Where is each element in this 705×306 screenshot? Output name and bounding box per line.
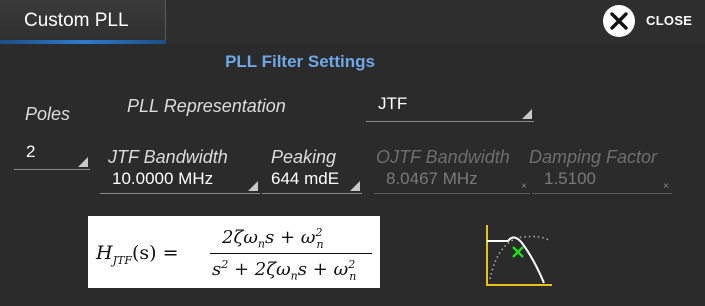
peaking-input[interactable]: 644 mdE: [262, 168, 362, 194]
tab-custom-pll[interactable]: Custom PLL: [0, 0, 166, 44]
dropdown-arrow-icon: [78, 157, 88, 167]
damping-factor-value: 1.5100: [544, 169, 596, 188]
poles-label: Poles: [25, 104, 71, 124]
close-icon: [603, 5, 635, 37]
tab-title: Custom PLL: [24, 10, 129, 31]
equation-numerator: 2ζωns + ω2n: [222, 226, 324, 251]
equation-lhs: HJTF(s) =: [96, 242, 179, 267]
pll-representation-select[interactable]: JTF: [366, 92, 534, 122]
section-title: PLL Filter Settings: [225, 52, 375, 71]
peaking-label: Peaking: [271, 147, 337, 167]
ojtf-bandwidth-field: 8.0467 MHz ×: [374, 168, 530, 194]
ojtf-bandwidth-label: OJTF Bandwidth: [376, 147, 510, 167]
close-label: CLOSE: [646, 13, 693, 28]
dropdown-arrow-icon: [350, 181, 360, 191]
transfer-function-equation: HJTF(s) = 2ζωns + ω2n s2 + 2ζωns + ω2n: [88, 216, 380, 288]
title-bar: Custom PLL CLOSE: [0, 0, 705, 44]
tab-active-indicator: [0, 40, 166, 44]
clear-icon: ×: [663, 181, 669, 192]
jtf-response-plot-icon: [486, 225, 552, 286]
damping-factor-label: Damping Factor: [529, 147, 658, 167]
jtf-bandwidth-label: JTF Bandwidth: [108, 147, 228, 167]
damping-factor-field: 1.5100 ×: [532, 168, 672, 194]
poles-select[interactable]: 2: [14, 140, 90, 170]
dropdown-arrow-icon: [522, 109, 532, 119]
jtf-bandwidth-value: 10.0000 MHz: [112, 169, 214, 188]
peaking-value: 644 mdE: [271, 169, 340, 188]
close-button[interactable]: CLOSE: [602, 4, 702, 38]
pll-representation-label: PLL Representation: [127, 96, 286, 116]
pll-representation-value: JTF: [378, 94, 408, 113]
equation-denominator: s2 + 2ζωns + ω2n: [212, 258, 357, 283]
ojtf-bandwidth-value: 8.0467 MHz: [386, 169, 478, 188]
jtf-bandwidth-input[interactable]: 10.0000 MHz: [100, 168, 260, 194]
dropdown-arrow-icon: [248, 181, 258, 191]
fraction-bar: [210, 253, 372, 254]
clear-icon: ×: [521, 181, 527, 192]
poles-value: 2: [26, 142, 36, 161]
